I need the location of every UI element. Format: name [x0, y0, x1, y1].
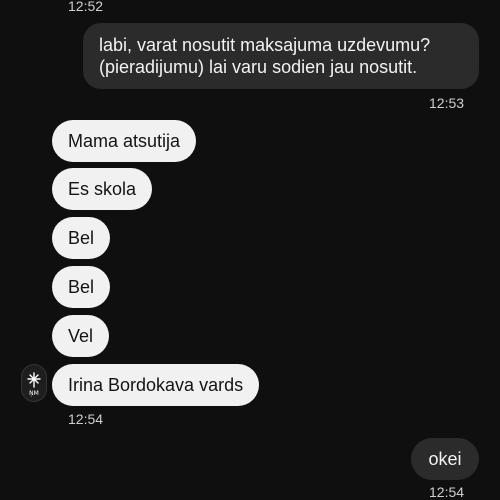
outgoing-message-bubble[interactable]: labi, varat nosutit maksajuma uzdevumu? …: [83, 23, 479, 89]
incoming-message-bubble[interactable]: Vel: [52, 315, 110, 357]
timestamp: 12:54: [68, 411, 104, 427]
incoming-message-bubble[interactable]: Es skola: [52, 168, 153, 210]
message-text-line: labi, varat nosutit maksajuma uzdevumu?: [99, 35, 431, 55]
incoming-message-bubble[interactable]: Mama atsutija: [52, 120, 197, 162]
incoming-message-bubble[interactable]: Irina Bordokava vards: [52, 364, 260, 406]
incoming-message-bubble[interactable]: Bel: [52, 217, 111, 259]
chat-thread[interactable]: 12:52 labi, varat nosutit maksajuma uzde…: [0, 0, 500, 500]
incoming-message-bubble[interactable]: Bel: [52, 266, 111, 308]
avatar-monogram-text: ŅM: [29, 390, 39, 397]
timestamp: 12:53: [429, 95, 465, 111]
monogram-logo-icon: ŅM: [27, 372, 41, 397]
timestamp: 12:54: [429, 484, 465, 500]
timestamp: 12:52: [68, 0, 104, 14]
outgoing-message-bubble[interactable]: okei: [411, 438, 479, 480]
contact-avatar[interactable]: ŅM: [21, 364, 47, 402]
message-text-line: (pieradijumu) lai varu sodien jau nosuti…: [99, 57, 418, 77]
